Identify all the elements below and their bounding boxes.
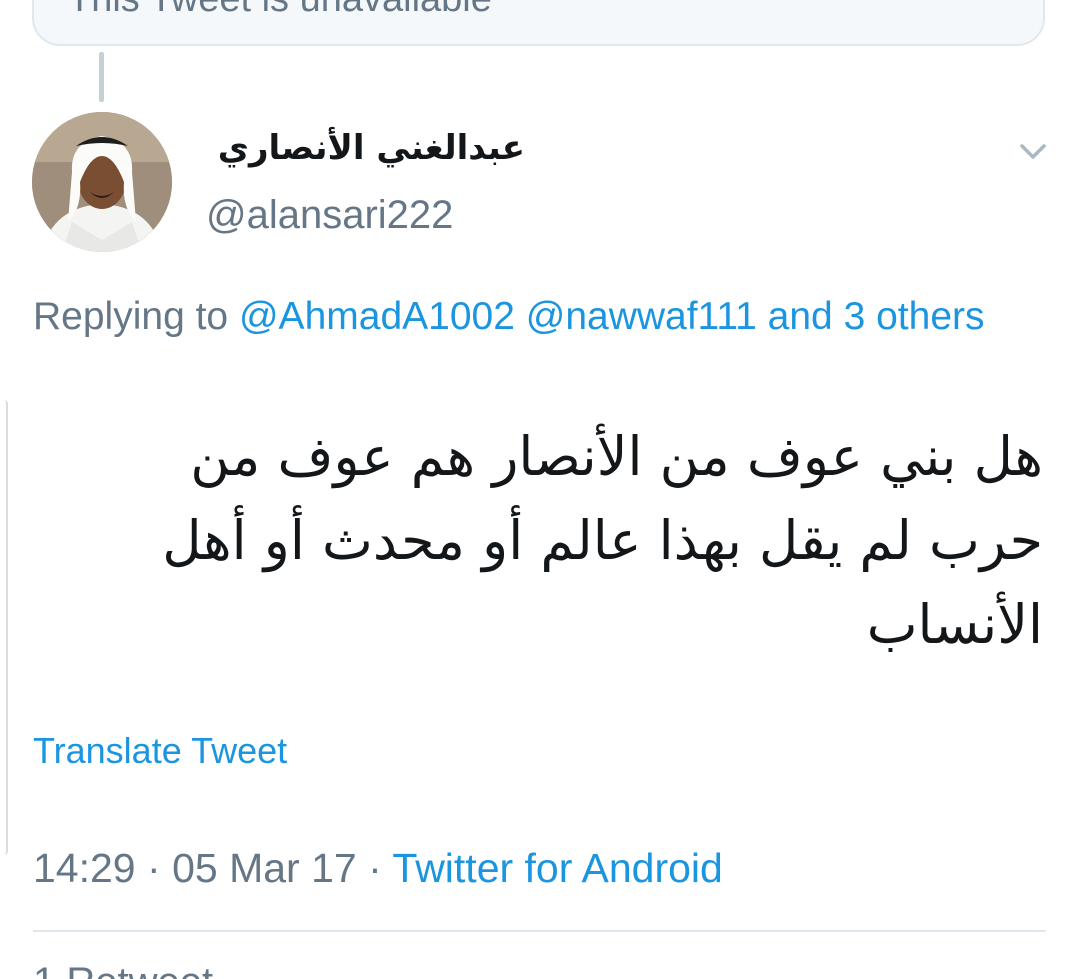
meta-separator: · bbox=[147, 845, 161, 891]
replying-to-line: Replying to @AhmadA1002 @nawwaf111 and 3… bbox=[33, 287, 1043, 347]
user-avatar-icon bbox=[32, 112, 172, 252]
retweet-count[interactable]: 1 Retweet bbox=[33, 960, 213, 979]
user-handle[interactable]: @alansari222 bbox=[206, 193, 453, 238]
replying-to-label: Replying to bbox=[33, 295, 229, 338]
tweet-date: 05 Mar 17 bbox=[172, 845, 357, 891]
tweet-detail-page: This Tweet is unavailable عبدالغني الأنص… bbox=[0, 0, 1079, 979]
meta-separator: · bbox=[368, 845, 382, 891]
replying-to-mentions[interactable]: @AhmadA1002 @nawwaf111 and 3 others bbox=[239, 295, 985, 338]
panel-edge bbox=[0, 400, 8, 855]
thread-connector-line bbox=[99, 52, 104, 102]
tweet-time: 14:29 bbox=[33, 845, 136, 891]
unavailable-notice: This Tweet is unavailable bbox=[68, 0, 492, 21]
avatar[interactable] bbox=[32, 112, 172, 252]
divider bbox=[33, 930, 1046, 932]
chevron-down-icon[interactable] bbox=[1015, 136, 1051, 166]
display-name[interactable]: عبدالغني الأنصاري bbox=[205, 128, 525, 168]
tweet-body: هل بني عوف من الأنصار هم عوف من حرب لم ي… bbox=[162, 425, 1043, 656]
tweet-source-link[interactable]: Twitter for Android bbox=[392, 845, 722, 891]
translate-tweet-link[interactable]: Translate Tweet bbox=[33, 730, 287, 772]
tweet-meta: 14:29 · 05 Mar 17 · Twitter for Android bbox=[33, 845, 723, 892]
